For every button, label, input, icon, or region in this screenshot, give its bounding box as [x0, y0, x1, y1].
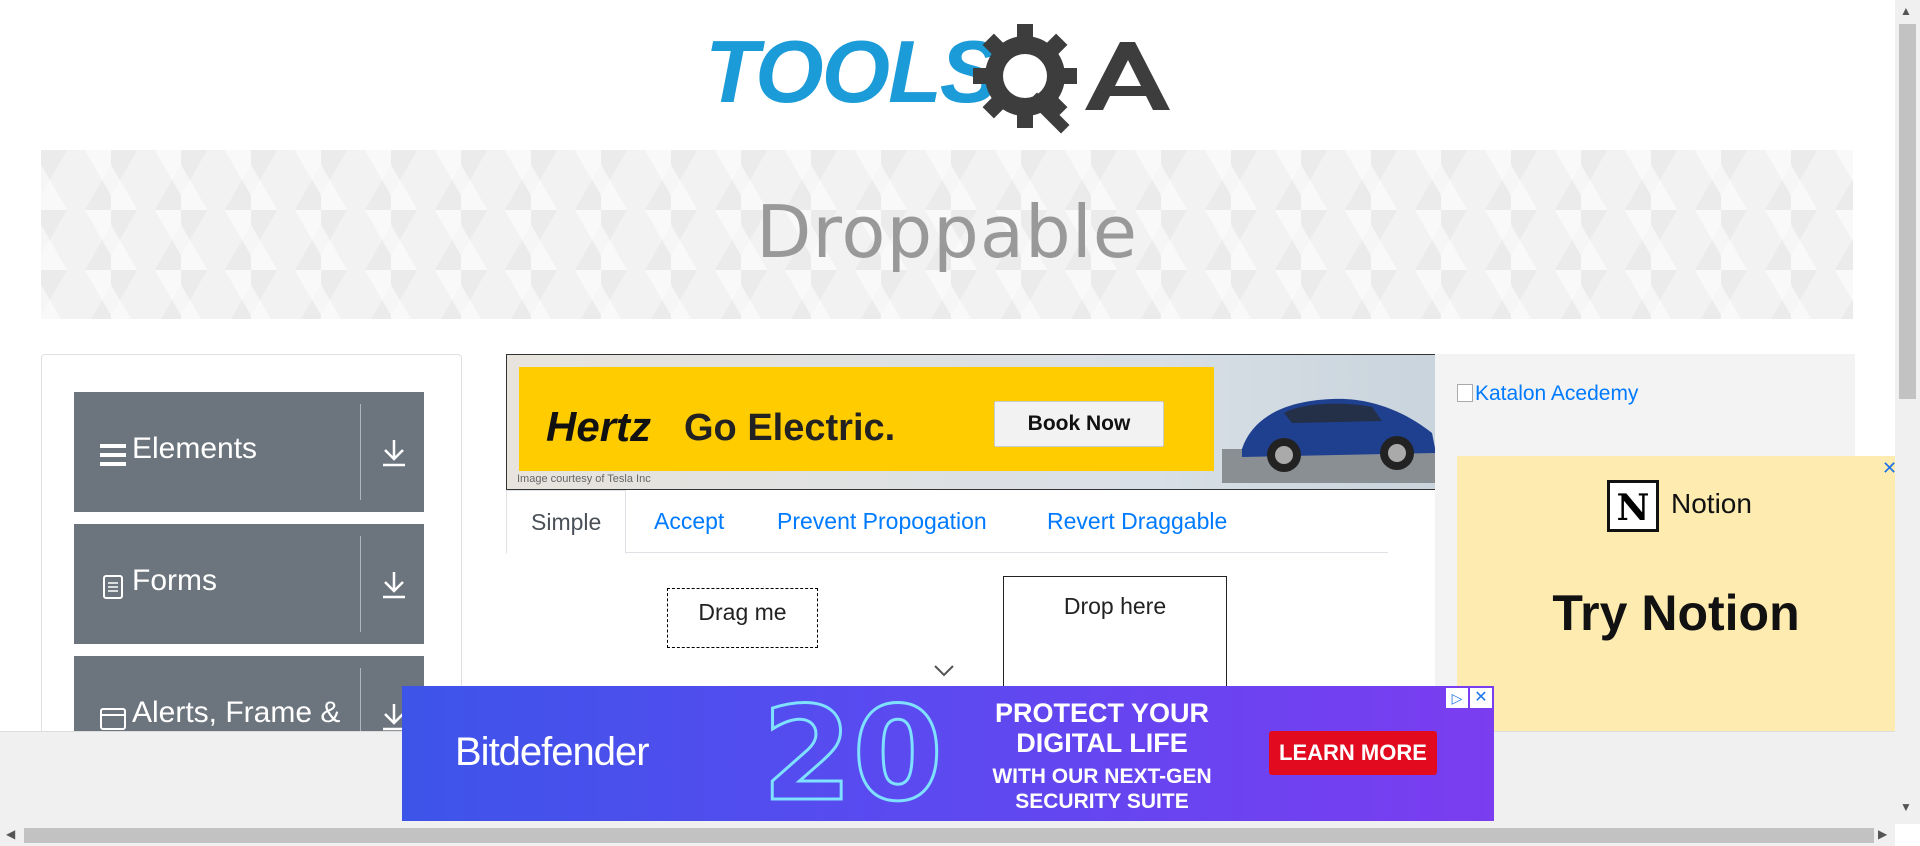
window-icon	[100, 708, 126, 730]
sidebar-group-label: Elements	[132, 432, 258, 465]
page-banner: Droppable	[41, 150, 1853, 319]
ad-panel: Hertz Go Electric. Book Now	[519, 367, 1214, 471]
svg-text:TOOLS: TOOLS	[705, 22, 998, 121]
download-icon[interactable]	[380, 438, 408, 468]
ad-headline-line: PROTECT YOUR	[994, 698, 1210, 728]
tab-simple[interactable]: Simple	[506, 490, 627, 554]
bitdefender-20-graphic: 20	[761, 686, 945, 821]
horizontal-scroll-thumb[interactable]	[24, 828, 1874, 843]
sidebar: Elements Forms Alerts, Frame &	[41, 354, 462, 731]
ad-subheadline-line: WITH OUR NEXT-GEN	[992, 765, 1212, 788]
divider	[360, 536, 361, 632]
sidebar-group-label: Forms	[132, 564, 217, 597]
sidebar-group-label: Alerts, Frame &	[132, 696, 341, 729]
sidebar-group-forms[interactable]: Forms	[74, 524, 424, 644]
divider	[360, 404, 361, 500]
notion-name: Notion	[1671, 488, 1752, 519]
hertz-logo: Hertz	[546, 403, 652, 450]
tab-prevent-propogation[interactable]: Prevent Propogation	[777, 490, 987, 552]
bitdefender-ad[interactable]: Bitdefender 20 PROTECT YOUR DIGITAL LIFE…	[402, 686, 1494, 821]
document-icon	[103, 575, 123, 599]
vertical-scroll-thumb[interactable]	[1899, 24, 1916, 399]
ad-headline-line: DIGITAL LIFE	[1016, 728, 1188, 758]
car-image	[1222, 398, 1435, 483]
hamburger-icon	[100, 444, 126, 466]
chevron-down-icon	[934, 665, 954, 677]
ad-tagline: Go Electric.	[684, 407, 896, 449]
notion-ad[interactable]: N Notion Try Notion	[1457, 456, 1895, 731]
divider	[360, 668, 361, 731]
tab-accept[interactable]: Accept	[654, 490, 724, 552]
ad-subheadline: WITH OUR NEXT-GEN SECURITY SUITE	[952, 764, 1252, 814]
ad-headline: PROTECT YOUR DIGITAL LIFE	[952, 698, 1252, 758]
toolsqa-logo-graphic: TOOLS	[705, 22, 1170, 134]
book-now-button[interactable]: Book Now	[994, 401, 1164, 447]
adchoices-icon[interactable]: ▷	[1446, 688, 1468, 708]
close-icon[interactable]: ✕	[1470, 688, 1492, 708]
page-title: Droppable	[755, 190, 1139, 274]
katalon-ad-link[interactable]: Katalon Acedemy	[1457, 382, 1638, 406]
ad-subheadline-line: SECURITY SUITE	[1015, 790, 1189, 813]
draggable-box[interactable]: Drag me	[667, 588, 818, 648]
scroll-down-icon[interactable]: ▼	[1900, 800, 1912, 814]
sidebar-group-alerts[interactable]: Alerts, Frame &	[74, 656, 424, 731]
tab-revert-draggable[interactable]: Revert Draggable	[1047, 490, 1227, 552]
notion-cta: Try Notion	[1552, 585, 1800, 641]
scroll-up-icon[interactable]: ▲	[1900, 4, 1912, 18]
sidebar-group-elements[interactable]: Elements	[74, 392, 424, 512]
bitdefender-logo: Bitdefender	[455, 730, 650, 774]
page: TOOLS Droppable Elements Forms Alerts, F…	[0, 0, 1895, 731]
image-credit: Image courtesy of Tesla Inc	[517, 473, 651, 485]
scroll-right-icon[interactable]: ▶	[1878, 827, 1887, 841]
learn-more-button[interactable]: LEARN MORE	[1269, 731, 1437, 775]
hertz-ad[interactable]: Hertz Go Electric. Book Now Image courte…	[506, 354, 1436, 490]
broken-image-icon	[1457, 384, 1473, 402]
tab-bar: Simple Accept Prevent Propogation Revert…	[506, 490, 1388, 554]
close-icon[interactable]: ✕	[1882, 458, 1895, 479]
notion-logo: N	[1607, 480, 1659, 532]
katalon-alt-text: Katalon Acedemy	[1475, 382, 1639, 405]
scroll-left-icon[interactable]: ◀	[6, 827, 15, 841]
download-icon[interactable]	[380, 570, 408, 600]
toolsqa-logo[interactable]: TOOLS	[705, 22, 1195, 134]
